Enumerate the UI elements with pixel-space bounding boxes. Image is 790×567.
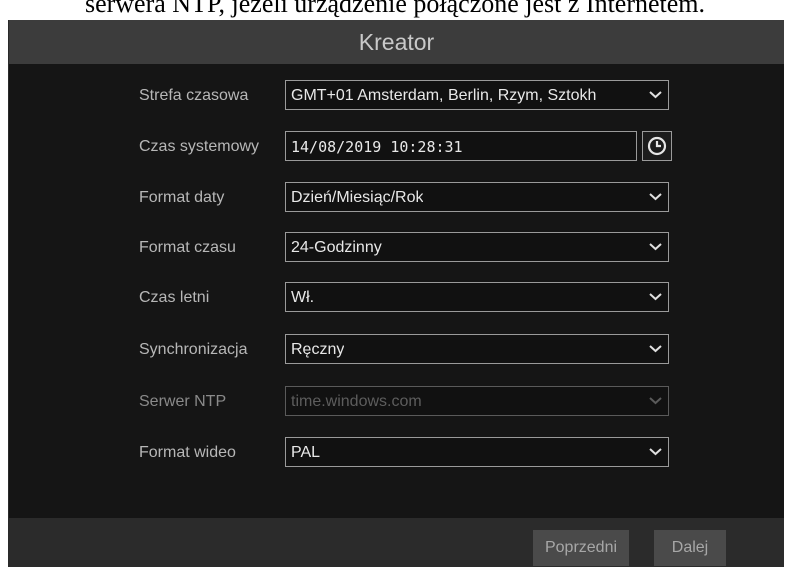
time-format-select[interactable]: 24-Godzinny: [285, 232, 669, 262]
time-picker-button[interactable]: [642, 131, 672, 161]
system-time-input[interactable]: 14/08/2019 10:28:31: [285, 131, 637, 161]
dst-row: Czas letni Wł.: [9, 282, 784, 314]
wizard-title: Kreator: [9, 20, 784, 64]
document-caption: serwera NTP, jeżeli urządzenie połączone…: [0, 0, 790, 20]
sync-select[interactable]: Ręczny: [285, 334, 669, 364]
ntp-server-row: Serwer NTP time.windows.com: [9, 386, 784, 418]
dst-label: Czas letni: [139, 289, 210, 306]
dst-select[interactable]: Wł.: [285, 282, 669, 312]
video-format-label: Format wideo: [139, 444, 236, 461]
chevron-down-icon: [649, 345, 662, 353]
sync-value: Ręczny: [291, 341, 345, 358]
video-format-row: Format wideo PAL: [9, 437, 784, 469]
chevron-down-icon: [649, 91, 662, 99]
ntp-server-label: Serwer NTP: [139, 393, 227, 410]
chevron-down-icon: [649, 243, 662, 251]
time-format-label: Format czasu: [139, 239, 236, 256]
system-time-label: Czas systemowy: [139, 138, 260, 155]
date-format-select[interactable]: Dzień/Miesiąc/Rok: [285, 182, 669, 212]
ntp-server-value: time.windows.com: [291, 393, 422, 410]
system-time-value: 14/08/2019 10:28:31: [291, 138, 463, 156]
timezone-label: Strefa czasowa: [139, 87, 249, 104]
wizard-window: Kreator Strefa czasowa GMT+01 Amsterdam,…: [8, 20, 784, 567]
chevron-down-icon: [649, 448, 662, 456]
time-format-row: Format czasu 24-Godzinny: [9, 232, 784, 264]
previous-button[interactable]: Poprzedni: [533, 530, 629, 566]
clock-icon: [647, 136, 667, 156]
date-format-value: Dzień/Miesiąc/Rok: [291, 189, 424, 206]
timezone-value: GMT+01 Amsterdam, Berlin, Rzym, Sztokh: [291, 87, 597, 104]
chevron-down-icon: [649, 193, 662, 201]
ntp-server-select: time.windows.com: [285, 386, 669, 416]
time-format-value: 24-Godzinny: [291, 239, 382, 256]
date-format-row: Format daty Dzień/Miesiąc/Rok: [9, 182, 784, 214]
wizard-footer: Poprzedni Dalej: [9, 518, 784, 567]
video-format-select[interactable]: PAL: [285, 437, 669, 467]
chevron-down-icon: [649, 397, 662, 405]
system-time-row: Czas systemowy 14/08/2019 10:28:31: [9, 131, 784, 163]
sync-row: Synchronizacja Ręczny: [9, 334, 784, 366]
dst-value: Wł.: [291, 289, 315, 306]
next-button[interactable]: Dalej: [654, 530, 726, 566]
sync-label: Synchronizacja: [139, 341, 248, 358]
date-format-label: Format daty: [139, 189, 225, 206]
video-format-value: PAL: [291, 444, 321, 461]
chevron-down-icon: [649, 293, 662, 301]
timezone-select[interactable]: GMT+01 Amsterdam, Berlin, Rzym, Sztokh: [285, 80, 669, 110]
timezone-row: Strefa czasowa GMT+01 Amsterdam, Berlin,…: [9, 80, 784, 112]
